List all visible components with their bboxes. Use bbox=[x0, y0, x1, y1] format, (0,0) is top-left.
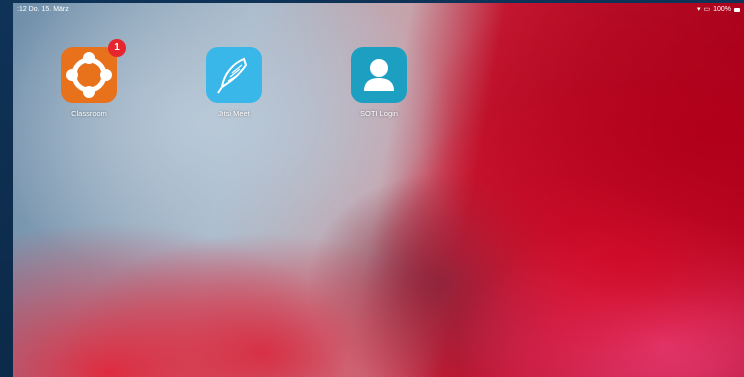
user-glyph bbox=[364, 59, 394, 91]
jitsi-meet-glyph bbox=[217, 57, 248, 94]
app-classroom[interactable]: 1 Classroom bbox=[45, 39, 133, 119]
screen-mirroring-icon: ▭ bbox=[703, 6, 711, 13]
device-frame: :12 Do. 15. März ▾ ▭ 100% 1 Classroom Ji… bbox=[0, 0, 744, 377]
battery-percentage: 100% bbox=[713, 6, 731, 13]
status-bar: :12 Do. 15. März ▾ ▭ 100% bbox=[13, 3, 744, 17]
status-time-date: :12 Do. 15. März bbox=[17, 6, 69, 13]
battery-icon bbox=[734, 8, 740, 12]
soti-login-icon[interactable] bbox=[351, 47, 407, 103]
app-label-jitsi-meet: Jitsi Meet bbox=[218, 109, 250, 118]
notification-badge: 1 bbox=[108, 39, 126, 57]
app-jitsi-meet[interactable]: Jitsi Meet bbox=[190, 47, 278, 119]
classroom-icon[interactable]: 1 bbox=[61, 39, 126, 103]
jitsi-meet-icon[interactable] bbox=[206, 47, 262, 103]
app-soti-login[interactable]: SOTI Login bbox=[335, 47, 423, 119]
app-label-classroom: Classroom bbox=[71, 109, 107, 118]
app-label-soti-login: SOTI Login bbox=[360, 109, 398, 118]
home-screen: :12 Do. 15. März ▾ ▭ 100% 1 Classroom Ji… bbox=[13, 3, 744, 377]
wifi-icon: ▾ bbox=[696, 6, 701, 13]
classroom-glyph bbox=[66, 52, 112, 98]
status-right-group: ▾ ▭ 100% bbox=[697, 3, 740, 17]
